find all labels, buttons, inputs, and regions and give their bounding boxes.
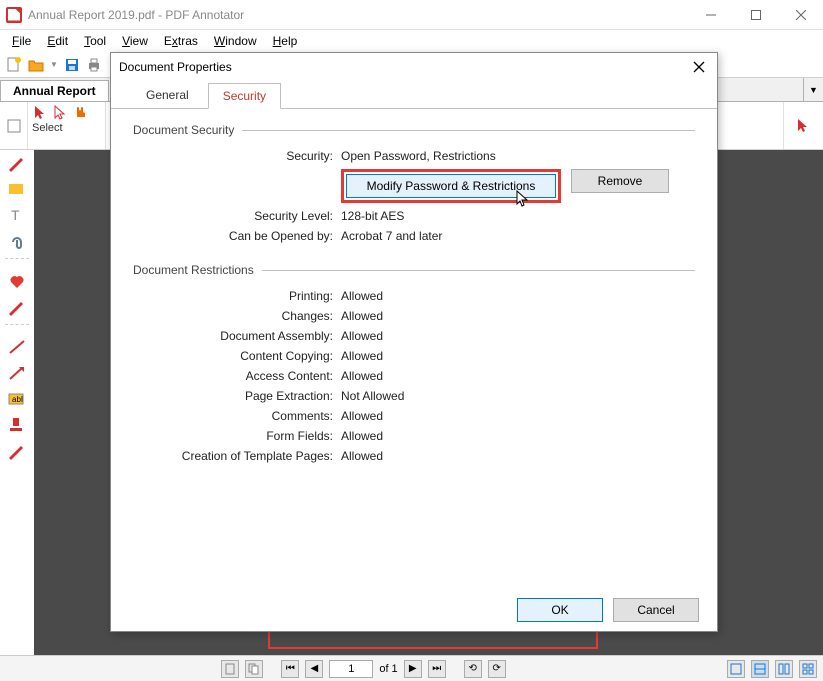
dropdown-icon[interactable]: ▼ — [50, 60, 58, 69]
pen-alt-icon[interactable] — [7, 298, 27, 316]
open-icon[interactable] — [28, 57, 44, 73]
textbox-icon[interactable]: abI — [7, 390, 27, 408]
label-extraction: Page Extraction: — [133, 389, 333, 403]
value-extraction: Not Allowed — [341, 389, 695, 403]
label-comments: Comments: — [133, 409, 333, 423]
menu-view[interactable]: View — [116, 32, 154, 50]
remove-button[interactable]: Remove — [571, 169, 669, 193]
value-forms: Allowed — [341, 429, 695, 443]
menu-edit[interactable]: Edit — [41, 32, 74, 50]
attachment-icon[interactable] — [7, 232, 27, 250]
nav-doc2-icon[interactable] — [245, 660, 263, 678]
new-icon[interactable] — [6, 57, 22, 73]
app-icon — [6, 7, 22, 23]
value-security-level: 128-bit AES — [341, 209, 695, 223]
label-security-level: Security Level: — [133, 209, 333, 223]
titlebar: Annual Report 2019.pdf - PDF Annotator — [0, 0, 823, 30]
view-mode2-icon[interactable] — [751, 660, 769, 678]
dialog-close-button[interactable] — [689, 57, 709, 77]
dialog-tabs: General Security — [111, 81, 717, 109]
stamp-icon[interactable] — [7, 416, 27, 434]
document-tab[interactable]: Annual Report — [0, 80, 109, 101]
statusbar: ⏮ ◀ of 1 ▶ ⏭ ⟲ ⟳ — [0, 655, 823, 681]
window-title: Annual Report 2019.pdf - PDF Annotator — [28, 8, 688, 22]
label-access: Access Content: — [133, 369, 333, 383]
value-security: Open Password, Restrictions — [341, 149, 695, 163]
left-tool-strip: T abI — [0, 150, 34, 460]
view-mode4-icon[interactable] — [799, 660, 817, 678]
maximize-button[interactable] — [733, 0, 778, 29]
page-total-label: of 1 — [379, 663, 397, 675]
view-mode1-icon[interactable] — [727, 660, 745, 678]
svg-text:T: T — [11, 207, 20, 223]
page-number-input[interactable] — [329, 660, 373, 678]
menu-help[interactable]: Help — [267, 32, 304, 50]
marker-yellow-icon[interactable] — [7, 180, 27, 198]
label-printing: Printing: — [133, 289, 333, 303]
ribbon-arrow-icon[interactable] — [795, 117, 813, 135]
value-comments: Allowed — [341, 409, 695, 423]
dialog-title: Document Properties — [119, 60, 689, 74]
ribbon-select-label: Select — [32, 122, 101, 134]
value-assembly: Allowed — [341, 329, 695, 343]
bottom-highlight-box — [268, 629, 598, 649]
value-copying: Allowed — [341, 349, 695, 363]
line-icon[interactable] — [7, 338, 27, 356]
arrow-select-alt-icon[interactable] — [52, 104, 70, 122]
section-document-restrictions: Document Restrictions — [133, 263, 254, 277]
doctab-dropdown[interactable]: ▼ — [803, 78, 823, 101]
nav-doc1-icon[interactable] — [221, 660, 239, 678]
heart-stamp-icon[interactable] — [7, 272, 27, 290]
label-changes: Changes: — [133, 309, 333, 323]
nav-forward-button[interactable]: ⟳ — [488, 660, 506, 678]
value-printing: Allowed — [341, 289, 695, 303]
print-icon[interactable] — [86, 57, 102, 73]
document-properties-dialog: Document Properties General Security Doc… — [110, 52, 718, 632]
section-document-security: Document Security — [133, 123, 234, 137]
value-opened-by: Acrobat 7 and later — [341, 229, 695, 243]
label-forms: Form Fields: — [133, 429, 333, 443]
value-template: Allowed — [341, 449, 695, 463]
label-assembly: Document Assembly: — [133, 329, 333, 343]
menu-window[interactable]: Window — [208, 32, 263, 50]
highlight-modify: Modify Password & Restrictions — [341, 169, 561, 203]
modify-password-button[interactable]: Modify Password & Restrictions — [346, 174, 556, 198]
pen-red-icon[interactable] — [7, 154, 27, 172]
label-copying: Content Copying: — [133, 349, 333, 363]
cancel-button[interactable]: Cancel — [613, 598, 699, 622]
checkbox-icon[interactable] — [7, 119, 21, 133]
nav-next-button[interactable]: ▶ — [404, 660, 422, 678]
value-changes: Allowed — [341, 309, 695, 323]
menu-tool[interactable]: Tool — [78, 32, 112, 50]
menubar: File Edit Tool View Extras Window Help — [0, 30, 823, 52]
close-button[interactable] — [778, 0, 823, 29]
hand-icon[interactable] — [72, 104, 90, 122]
nav-back-button[interactable]: ⟲ — [464, 660, 482, 678]
svg-text:abI: abI — [12, 395, 23, 404]
label-security: Security: — [133, 149, 333, 163]
pen3-icon[interactable] — [7, 442, 27, 460]
label-template: Creation of Template Pages: — [133, 449, 333, 463]
menu-extras[interactable]: Extras — [158, 32, 204, 50]
value-access: Allowed — [341, 369, 695, 383]
nav-first-button[interactable]: ⏮ — [281, 660, 299, 678]
tab-general[interactable]: General — [131, 82, 204, 108]
tab-security[interactable]: Security — [208, 83, 281, 109]
arrow-icon[interactable] — [7, 364, 27, 382]
nav-prev-button[interactable]: ◀ — [305, 660, 323, 678]
ok-button[interactable]: OK — [517, 598, 603, 622]
nav-last-button[interactable]: ⏭ — [428, 660, 446, 678]
arrow-select-icon[interactable] — [32, 104, 50, 122]
text-tool-icon[interactable]: T — [7, 206, 27, 224]
minimize-button[interactable] — [688, 0, 733, 29]
view-mode3-icon[interactable] — [775, 660, 793, 678]
menu-file[interactable]: File — [6, 32, 37, 50]
label-opened-by: Can be Opened by: — [133, 229, 333, 243]
save-icon[interactable] — [64, 57, 80, 73]
